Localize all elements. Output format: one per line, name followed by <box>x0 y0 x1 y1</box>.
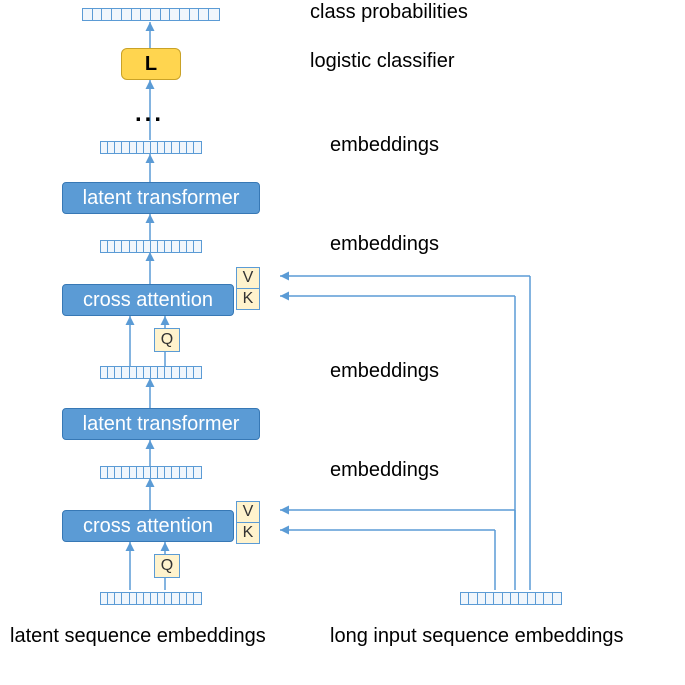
k-box-2: K <box>236 522 260 544</box>
embedding-bar-2 <box>100 240 202 253</box>
label-class-probabilities: class probabilities <box>310 1 468 24</box>
latent-transformer-1: latent transformer <box>62 182 260 214</box>
class-probabilities-bar <box>82 8 220 21</box>
k-box-1: K <box>236 288 260 310</box>
label-embeddings-4: embeddings <box>330 459 439 482</box>
label-long-input-seq: long input sequence embeddings <box>330 625 624 648</box>
label-latent-seq: latent sequence embeddings <box>10 625 266 648</box>
label-embeddings-1: embeddings <box>330 134 439 157</box>
label-embeddings-2: embeddings <box>330 233 439 256</box>
v-box-1: V <box>236 267 260 289</box>
label-embeddings-3: embeddings <box>330 360 439 383</box>
embedding-bar-3 <box>100 366 202 379</box>
latent-seq-embedding-bar <box>100 592 202 605</box>
q-box-1: Q <box>154 328 180 352</box>
latent-transformer-2: latent transformer <box>62 408 260 440</box>
architecture-diagram: class probabilities L logistic classifie… <box>0 0 685 685</box>
embedding-bar-1 <box>100 141 202 154</box>
label-logistic-classifier: logistic classifier <box>310 50 454 73</box>
cross-attention-2: cross attention <box>62 510 234 542</box>
ellipsis: ... <box>135 100 164 128</box>
v-box-2: V <box>236 501 260 523</box>
logistic-classifier-block: L <box>121 48 181 80</box>
cross-attention-1: cross attention <box>62 284 234 316</box>
long-input-embedding-bar <box>460 592 562 605</box>
q-box-2: Q <box>154 554 180 578</box>
embedding-bar-4 <box>100 466 202 479</box>
arrows-overlay <box>0 0 685 685</box>
